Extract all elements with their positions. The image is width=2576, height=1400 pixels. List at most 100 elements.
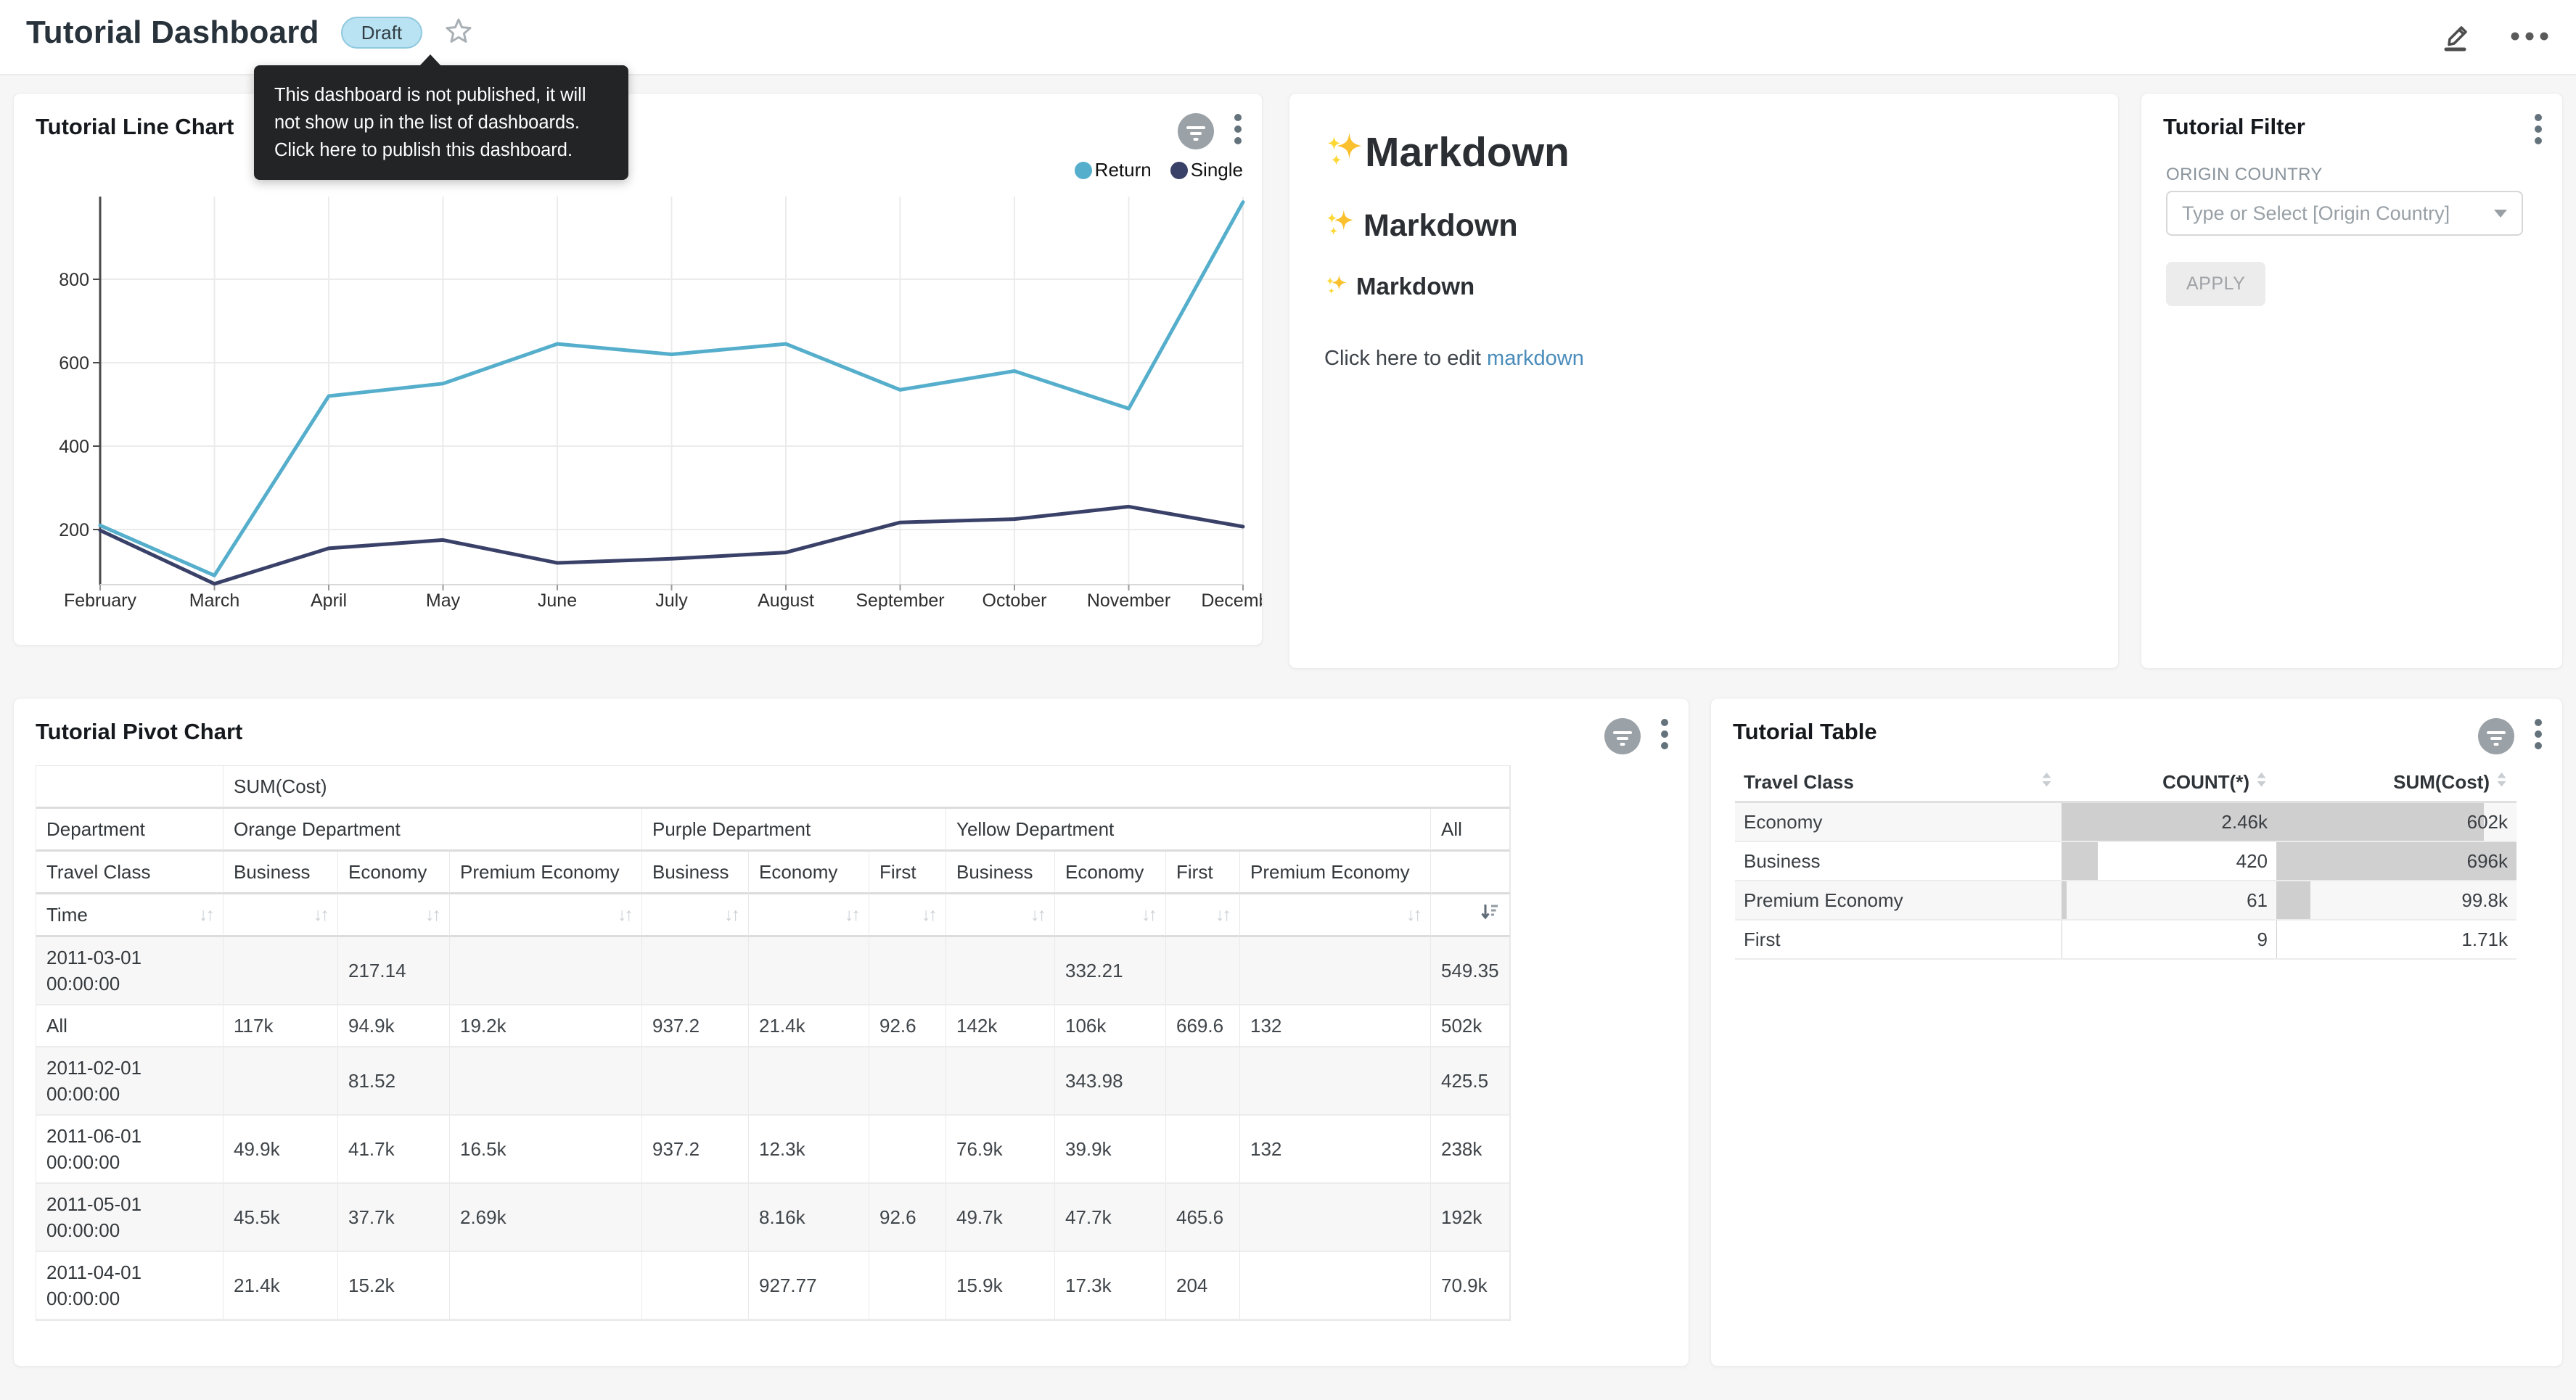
sort-caret-icon — [2040, 771, 2053, 794]
table-cell-count: 61 — [2062, 881, 2276, 921]
sort-icon[interactable]: ↓↑ — [313, 902, 327, 928]
sort-icon[interactable]: ↓↑ — [724, 902, 738, 928]
x-axis-tick-label: July — [655, 590, 688, 611]
pivot-cell: 16.5k — [450, 1116, 642, 1184]
pivot-sort-cell: ↓↑ — [869, 894, 946, 937]
pivot-cell: 21.4k — [223, 1252, 338, 1320]
pivot-group-header: Yellow Department — [946, 809, 1431, 852]
sort-icon[interactable]: ↓↑ — [199, 902, 213, 928]
markdown-panel: Markdown Markdown Markdown Click here to… — [1289, 93, 2119, 669]
pivot-cell — [642, 1252, 749, 1320]
sort-icon[interactable]: ↓↑ — [922, 902, 935, 928]
pivot-cell: 238k — [1431, 1116, 1510, 1184]
pivot-cell — [642, 1184, 749, 1252]
pivot-cell — [869, 1116, 946, 1184]
pivot-cell — [1240, 1252, 1431, 1320]
header-menu-ellipsis-icon[interactable] — [2509, 30, 2550, 46]
y-axis-tick-label: 400 — [59, 437, 89, 457]
applied-filters-icon[interactable] — [2478, 718, 2514, 754]
pivot-cell: 94.9k — [338, 1005, 450, 1047]
x-axis-tick-label: October — [983, 590, 1047, 611]
pivot-cell: 2.69k — [450, 1184, 642, 1252]
edit-markdown-link[interactable]: markdown — [1487, 347, 1584, 370]
x-axis-tick-label: May — [426, 590, 461, 611]
sort-icon[interactable]: ↓↑ — [1030, 902, 1044, 928]
favorite-star-icon[interactable] — [444, 17, 473, 49]
pivot-cell — [1240, 1184, 1431, 1252]
pivot-sort-cell: ↓↑ — [946, 894, 1055, 937]
filter-menu-kebab-icon[interactable] — [2533, 112, 2543, 149]
markdown-paragraph: Click here to edit markdown — [1324, 347, 2089, 371]
pivot-sort-cell: ↓↑ — [1240, 894, 1431, 937]
column-header-count[interactable]: COUNT(*) — [2062, 764, 2276, 803]
pivot-department-label: Department — [36, 809, 223, 852]
pivot-cell: 343.98 — [1055, 1047, 1166, 1116]
sort-icon[interactable]: ↓↑ — [1141, 902, 1155, 928]
pivot-row-header: All — [36, 1005, 223, 1047]
pivot-row-header: 2011-03-01 00:00:00 — [36, 937, 223, 1005]
publish-tooltip: This dashboard is not published, it will… — [254, 65, 628, 180]
y-axis-tick-label: 200 — [59, 520, 89, 540]
column-header-sum-cost[interactable]: SUM(Cost) — [2276, 764, 2516, 803]
pivot-sort-cell: ↓↑ — [223, 894, 338, 937]
table-cell-sum: 602k — [2276, 803, 2516, 842]
page-title: Tutorial Dashboard — [26, 15, 319, 51]
column-header-travel-class[interactable]: Travel Class — [1735, 764, 2062, 803]
pivot-table: SUM(Cost)DepartmentOrange DepartmentPurp… — [36, 765, 1511, 1321]
table-cell-travel-class: First — [1735, 921, 2062, 960]
x-axis-tick-label: December — [1201, 590, 1263, 611]
y-axis-tick-label: 600 — [59, 353, 89, 374]
chart-menu-kebab-icon[interactable] — [1660, 717, 1670, 754]
applied-filters-icon[interactable] — [1178, 113, 1214, 149]
pivot-cell: 17.3k — [1055, 1252, 1166, 1320]
sort-descending-icon[interactable] — [1480, 902, 1499, 928]
origin-country-select[interactable]: Type or Select [Origin Country] — [2166, 191, 2523, 236]
sort-icon[interactable]: ↓↑ — [425, 902, 439, 928]
legend-dot — [1170, 162, 1188, 179]
legend-label: Return — [1095, 159, 1152, 181]
table-panel: Tutorial Table Travel ClassCOUNT(*)SUM(C… — [1710, 698, 2563, 1367]
pivot-class-header: Economy — [1055, 852, 1166, 894]
pivot-corner-cell — [36, 766, 223, 809]
sort-icon[interactable]: ↓↑ — [1215, 902, 1229, 928]
pivot-row-header: 2011-06-01 00:00:00 — [36, 1116, 223, 1184]
draft-status-badge[interactable]: Draft — [341, 17, 422, 49]
sort-icon[interactable]: ↓↑ — [618, 902, 631, 928]
chart-menu-kebab-icon[interactable] — [2533, 717, 2543, 754]
x-axis-tick-label: March — [189, 590, 239, 611]
pivot-sort-cell: ↓↑ — [642, 894, 749, 937]
pivot-cell: 192k — [1431, 1184, 1510, 1252]
chart-menu-kebab-icon[interactable] — [1233, 112, 1243, 149]
sort-icon[interactable]: ↓↑ — [845, 902, 858, 928]
pivot-class-header: Business — [223, 852, 338, 894]
sparkles-icon — [1324, 208, 1355, 239]
pivot-cell — [869, 937, 946, 1005]
pivot-chart-title: Tutorial Pivot Chart — [36, 719, 242, 745]
pivot-time-label: Time↓↑ — [36, 894, 223, 937]
edit-pencil-icon[interactable] — [2440, 19, 2474, 57]
select-placeholder: Type or Select [Origin Country] — [2182, 202, 2450, 225]
tooltip-line: Click here to publish this dashboard. — [274, 136, 608, 164]
pivot-cell: 106k — [1055, 1005, 1166, 1047]
tutorial-table: Travel ClassCOUNT(*)SUM(Cost)Economy2.46… — [1735, 764, 2516, 960]
filter-panel: Tutorial Filter ORIGIN COUNTRY Type or S… — [2141, 93, 2563, 669]
applied-filters-icon[interactable] — [1604, 718, 1641, 754]
pivot-cell — [869, 1252, 946, 1320]
pivot-cell: 76.9k — [946, 1116, 1055, 1184]
pivot-sort-cell: ↓↑ — [1166, 894, 1240, 937]
count-bar — [2062, 881, 2067, 919]
legend-item[interactable]: Single — [1170, 159, 1243, 181]
filter-panel-title: Tutorial Filter — [2163, 114, 2305, 140]
sort-icon[interactable]: ↓↑ — [1406, 902, 1420, 928]
legend-dot — [1075, 162, 1092, 179]
legend-item[interactable]: Return — [1075, 159, 1152, 181]
pivot-cell: 21.4k — [749, 1005, 869, 1047]
apply-button[interactable]: APPLY — [2166, 262, 2265, 306]
pivot-cell — [450, 937, 642, 1005]
pivot-class-header: Business — [642, 852, 749, 894]
pivot-row: 2011-02-01 00:00:0081.52343.98425.5 — [36, 1047, 1510, 1116]
markdown-h2: Markdown — [1324, 208, 2089, 244]
sort-caret-icon — [2255, 771, 2268, 794]
pivot-cell — [946, 937, 1055, 1005]
tooltip-line: This dashboard is not published, it will — [274, 81, 608, 109]
